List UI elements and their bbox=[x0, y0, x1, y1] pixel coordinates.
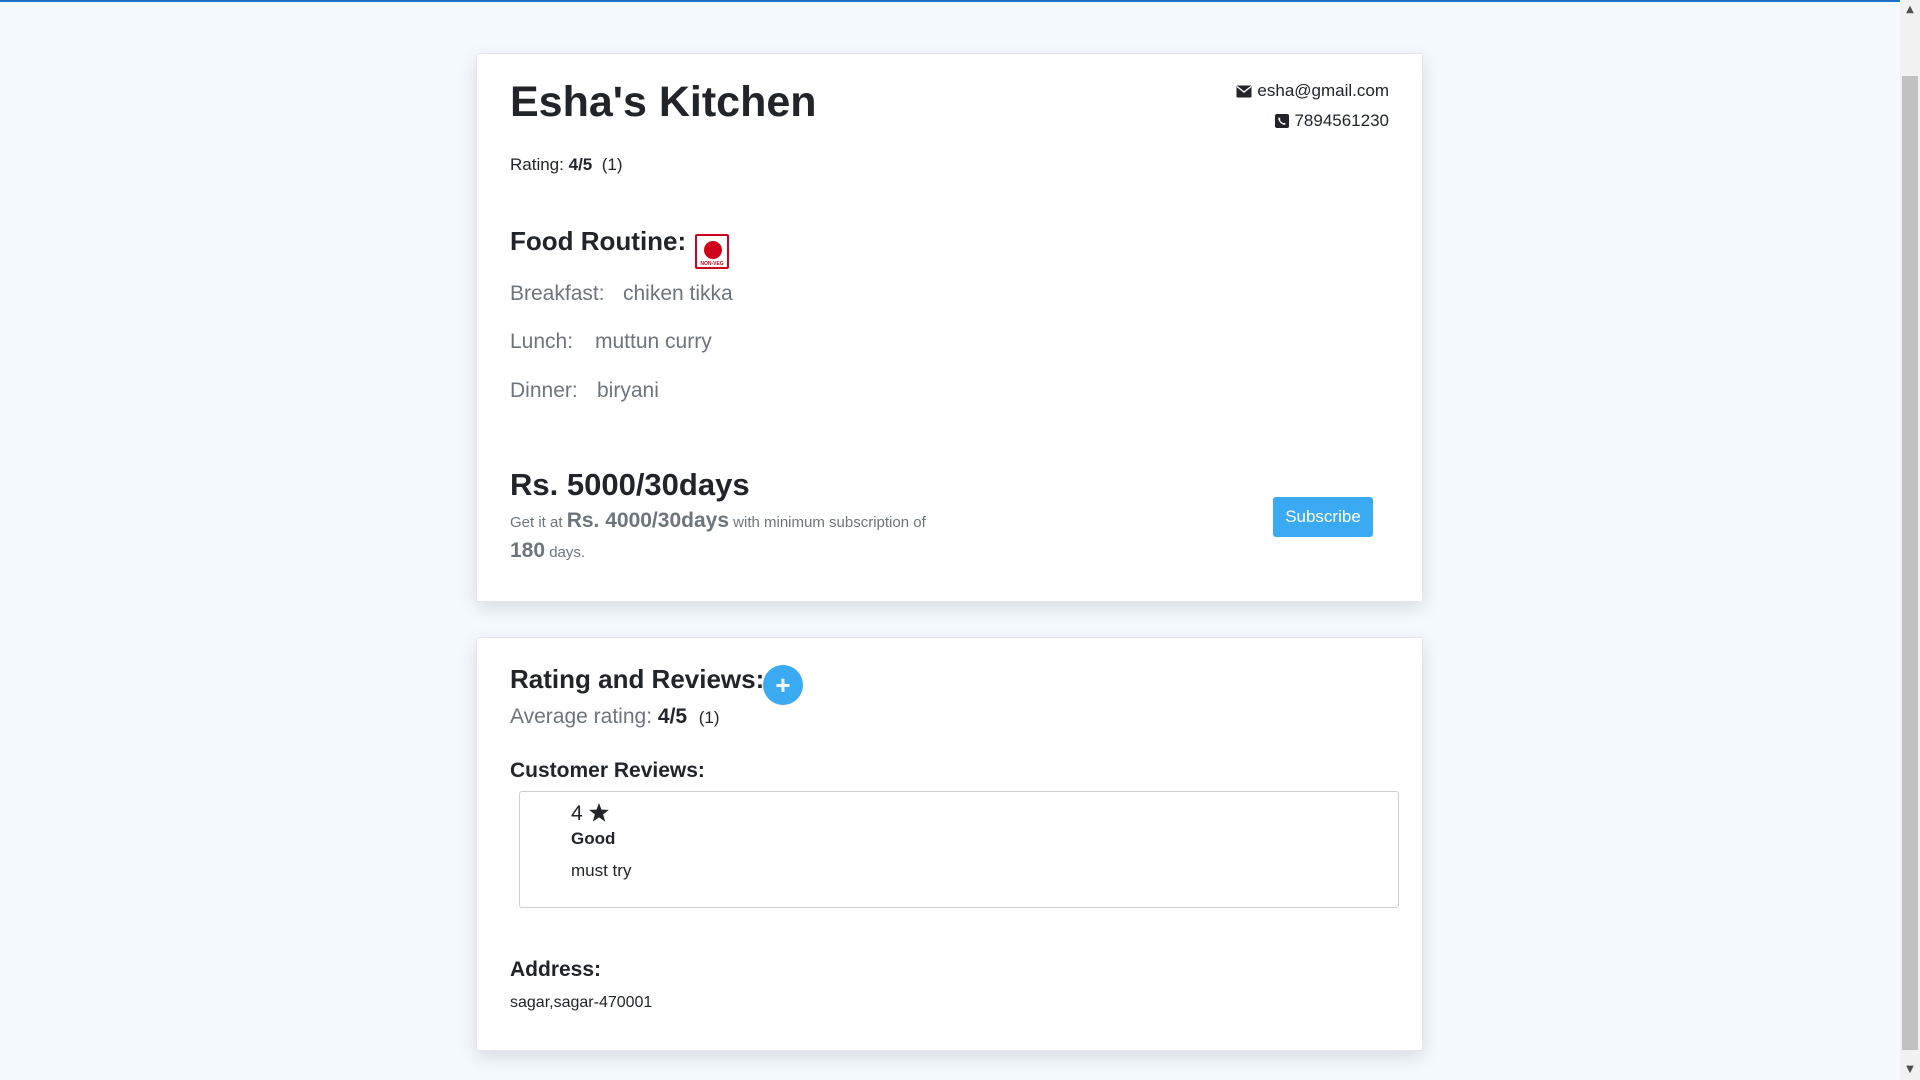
kitchen-rating: Rating: 4/5 (1) bbox=[510, 155, 622, 175]
offer-prefix: Get it at bbox=[510, 514, 563, 531]
non-veg-icon: NON-VEG bbox=[695, 234, 729, 269]
review-title: Good bbox=[571, 829, 616, 848]
review-item: 4 Good must try bbox=[519, 791, 1399, 908]
address-title: Address: bbox=[510, 958, 602, 981]
contact-email[interactable]: esha@gmail.com bbox=[1236, 81, 1389, 103]
offer-price: Rs. 4000/30days bbox=[566, 509, 729, 532]
rating-value: 4/5 bbox=[568, 155, 593, 174]
average-rating-label: Average rating: bbox=[510, 705, 653, 728]
rating-label: Rating: bbox=[510, 155, 564, 174]
price: Rs. 5000/30days bbox=[510, 467, 750, 502]
kitchen-title: Esha's Kitchen bbox=[510, 78, 817, 126]
average-rating-value: 4/5 bbox=[657, 705, 688, 728]
plus-icon: + bbox=[775, 670, 791, 700]
breakfast-value: chiken tikka bbox=[623, 282, 733, 305]
rating-count: (1) bbox=[601, 155, 623, 174]
phone-icon bbox=[1275, 113, 1290, 133]
breakfast-label: Breakfast: bbox=[510, 282, 605, 305]
offer-middle: with minimum subscription of bbox=[733, 514, 926, 531]
envelope-icon bbox=[1236, 83, 1252, 103]
scroll-down-arrow-icon[interactable]: ▼ bbox=[1900, 1060, 1920, 1080]
reviews-title: Rating and Reviews: bbox=[510, 664, 765, 694]
lunch-value: muttun curry bbox=[595, 330, 712, 353]
review-rating-value: 4 bbox=[571, 802, 583, 825]
subscribe-button[interactable]: Subscribe bbox=[1273, 497, 1373, 537]
add-review-button[interactable]: + bbox=[763, 665, 803, 705]
non-veg-label: NON-VEG bbox=[700, 261, 724, 267]
food-routine-title: Food Routine: bbox=[510, 226, 687, 256]
address-value: sagar,sagar-470001 bbox=[510, 994, 653, 1011]
kitchen-card: Esha's Kitchen esha@gmail.com 7894561230… bbox=[476, 53, 1423, 602]
contact-phone-text: 7894561230 bbox=[1294, 111, 1389, 130]
offer-days: 180 bbox=[510, 539, 546, 562]
dinner-value: biryani bbox=[597, 379, 659, 402]
offer-suffix: days. bbox=[549, 544, 586, 561]
dinner-label: Dinner: bbox=[510, 379, 578, 402]
page-load-bar bbox=[0, 0, 1900, 2]
contact-email-text: esha@gmail.com bbox=[1257, 81, 1389, 100]
review-rating: 4 bbox=[571, 802, 609, 826]
average-rating: Average rating: 4/5 (1) bbox=[510, 705, 720, 729]
customer-reviews-title: Customer Reviews: bbox=[510, 759, 705, 782]
scroll-up-arrow-icon[interactable]: ▲ bbox=[1900, 0, 1920, 20]
contact-phone[interactable]: 7894561230 bbox=[1275, 111, 1389, 133]
average-rating-count: (1) bbox=[698, 708, 720, 727]
lunch-label: Lunch: bbox=[510, 330, 574, 353]
star-icon bbox=[588, 802, 609, 825]
scrollbar-thumb[interactable] bbox=[1902, 76, 1918, 1050]
offer-text: Get it at Rs. 4000/30days with minimum s… bbox=[510, 507, 970, 567]
review-body: must try bbox=[571, 861, 632, 880]
vertical-scrollbar[interactable]: ▲ ▼ bbox=[1900, 0, 1920, 1080]
reviews-card: Rating and Reviews: + Average rating: 4/… bbox=[476, 637, 1423, 1051]
